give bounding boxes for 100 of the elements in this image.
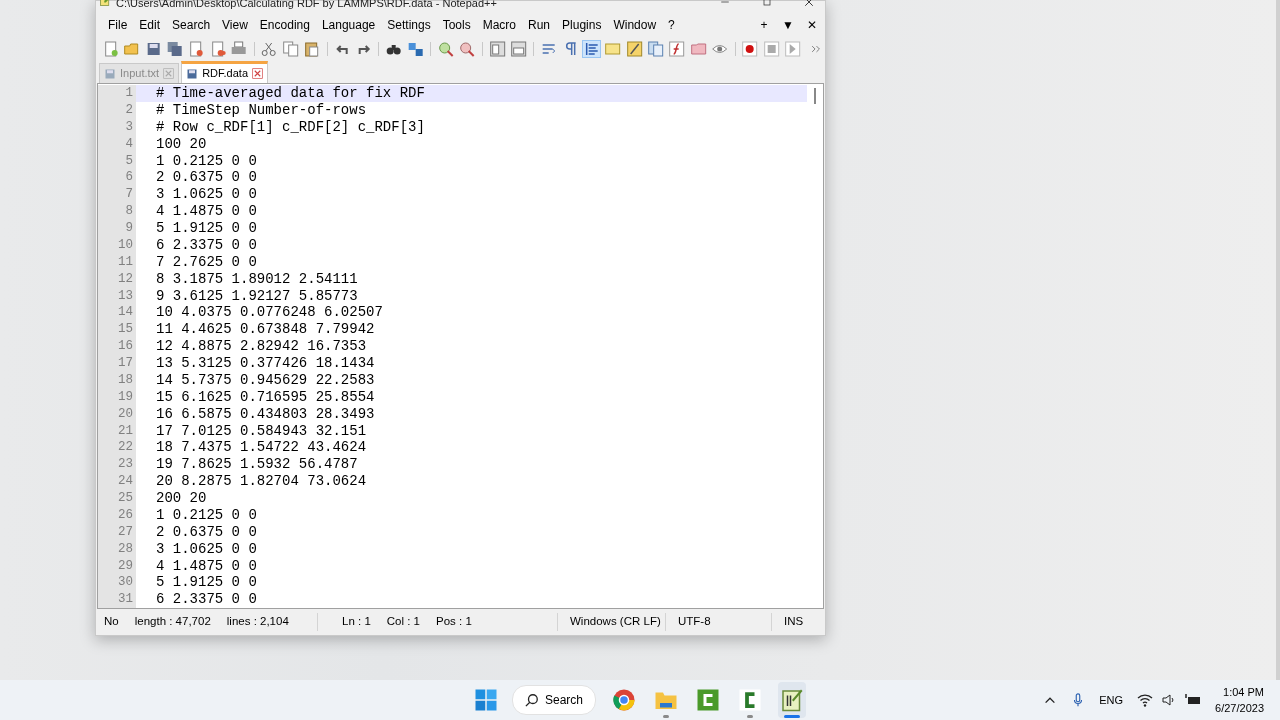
code-line: 6 2.3375 0 0 [155, 591, 257, 608]
menu-item[interactable]: Language [315, 16, 382, 34]
code-line: 4 1.4875 0 0 [155, 557, 257, 575]
code-line: 8 3.1875 1.89012 2.54111 [155, 270, 358, 288]
code-line: 9 3.6125 1.92127 5.85773 [155, 287, 358, 305]
code-line: 12 4.8875 2.82942 16.7353 [155, 338, 367, 355]
line-number: 8 [98, 203, 136, 220]
code-line: 15 6.1625 0.716595 25.8554 [155, 388, 375, 406]
line-ending-label: Windows (CR LF) [569, 614, 662, 630]
menu-item[interactable]: Run [522, 16, 557, 34]
split-window-icon[interactable] [509, 41, 528, 57]
scrollbar-thumb[interactable] [814, 88, 816, 104]
code-line: 1 0.2125 0 0 [155, 152, 257, 170]
menu-item[interactable]: ? [662, 16, 681, 34]
code-line: 5 1.9125 0 0 [155, 574, 257, 592]
stop-icon[interactable] [762, 41, 781, 57]
tab-list-button[interactable]: ▼ [779, 16, 797, 34]
line-number: 31 [98, 591, 136, 608]
line-number: 16 [98, 338, 136, 355]
line-number: 14 [98, 304, 136, 322]
line-number: 15 [98, 321, 136, 339]
code-line: 2 0.6375 0 0 [155, 523, 257, 541]
pages-icon[interactable] [647, 41, 665, 57]
menu-item[interactable]: File [102, 16, 134, 34]
clock[interactable]: 1:04 PM 6/27/2023 [1215, 684, 1264, 716]
line-number: 6 [98, 169, 136, 187]
code-line: 1 0.2125 0 0 [155, 506, 257, 524]
zoom-out-icon[interactable] [458, 41, 476, 57]
play-icon[interactable] [784, 41, 802, 57]
position-label: Pos : 1 [435, 614, 473, 630]
code-line: # Time-averaged data for fix RDF [155, 85, 425, 102]
code-line: # Row c_RDF[1] c_RDF[2] c_RDF[3] [155, 118, 425, 136]
code-line: 5 1.9125 0 0 [155, 220, 257, 237]
pen-icon[interactable] [625, 41, 644, 57]
length-label: length : 47,702 [133, 614, 212, 630]
browser-icon [612, 688, 637, 712]
menu-item[interactable]: Window [607, 16, 663, 34]
menu-item[interactable]: Plugins [556, 16, 608, 34]
code-line: 19 7.8625 1.5932 56.4787 [155, 456, 358, 474]
save-icon [104, 67, 116, 80]
save-all-icon[interactable] [166, 41, 184, 57]
line-number: 1 [98, 85, 136, 102]
menu-item[interactable]: Macro [476, 16, 522, 34]
wifi-icon[interactable] [1137, 692, 1154, 708]
new-file-icon[interactable] [102, 41, 120, 57]
menu-item[interactable]: Encoding [253, 16, 316, 34]
new-tab-button[interactable]: + [755, 16, 773, 34]
language-indicator[interactable]: ENG [1099, 691, 1124, 709]
line-number: 23 [98, 456, 136, 474]
folder-icon[interactable] [689, 41, 708, 57]
close-file-icon[interactable] [187, 41, 205, 57]
notepad-icon [780, 688, 805, 712]
code-line: 100 20 [155, 135, 207, 153]
close-icon[interactable] [252, 68, 263, 79]
line-number: 9 [98, 220, 136, 237]
c-letter-icon [738, 688, 763, 712]
code-line: 14 5.7375 0.945629 22.2583 [155, 371, 375, 389]
code-line: 6 2.3375 0 0 [155, 236, 257, 254]
lines-label: lines : 2,104 [225, 614, 290, 630]
print-icon[interactable] [230, 41, 248, 57]
line-number: 30 [98, 574, 136, 592]
code-line: 20 8.2875 1.82704 73.0624 [155, 473, 367, 490]
code-line: 18 7.4375 1.54722 43.4624 [155, 439, 367, 457]
copy-icon[interactable] [281, 41, 300, 57]
start-icon[interactable] [474, 688, 498, 712]
paste-icon[interactable] [303, 41, 321, 57]
search-field[interactable]: Search [512, 685, 597, 715]
open-file-icon[interactable] [123, 41, 141, 57]
split-window-icon[interactable] [488, 41, 506, 57]
code-line: 200 20 [155, 490, 207, 507]
taskbar-button[interactable] [778, 682, 807, 718]
menu-item[interactable]: Search [166, 16, 217, 34]
menu-item[interactable]: View [216, 16, 254, 34]
line-number: 24 [98, 473, 136, 490]
replace-icon[interactable] [406, 41, 424, 57]
line-number: 7 [98, 186, 136, 204]
code-line: 13 5.3125 0.377426 18.1434 [155, 355, 375, 372]
wrap-icon[interactable] [540, 41, 558, 57]
indent-guide-icon[interactable] [583, 41, 601, 57]
chevron-icon[interactable] [809, 43, 822, 55]
line-number: 25 [98, 490, 136, 507]
record-icon[interactable] [741, 41, 759, 57]
scissors-icon[interactable] [260, 41, 278, 57]
menu-item[interactable]: Edit [133, 16, 167, 34]
code-line: 3 1.0625 0 0 [155, 540, 257, 558]
save-icon [186, 67, 199, 80]
zoom-in-icon[interactable] [436, 41, 455, 57]
menu-item[interactable]: Settings [381, 16, 437, 34]
close-tab-button[interactable]: ✕ [803, 16, 821, 34]
function-icon[interactable] [668, 41, 686, 57]
column-label: Col : 1 [385, 614, 422, 630]
code-line: # TimeStep Number-of-rows [155, 101, 367, 119]
code-line: 2 0.6375 0 0 [155, 169, 257, 187]
code-line: 4 1.4875 0 0 [155, 203, 257, 220]
file-type-label: No [103, 614, 120, 630]
menu-item[interactable]: Tools [436, 16, 477, 34]
insert-mode-label: INS [783, 614, 805, 630]
file-tab[interactable]: RDF.data [181, 61, 268, 83]
line-number: 22 [98, 439, 136, 457]
code-line: 16 6.5875 0.434803 28.3493 [155, 405, 375, 423]
